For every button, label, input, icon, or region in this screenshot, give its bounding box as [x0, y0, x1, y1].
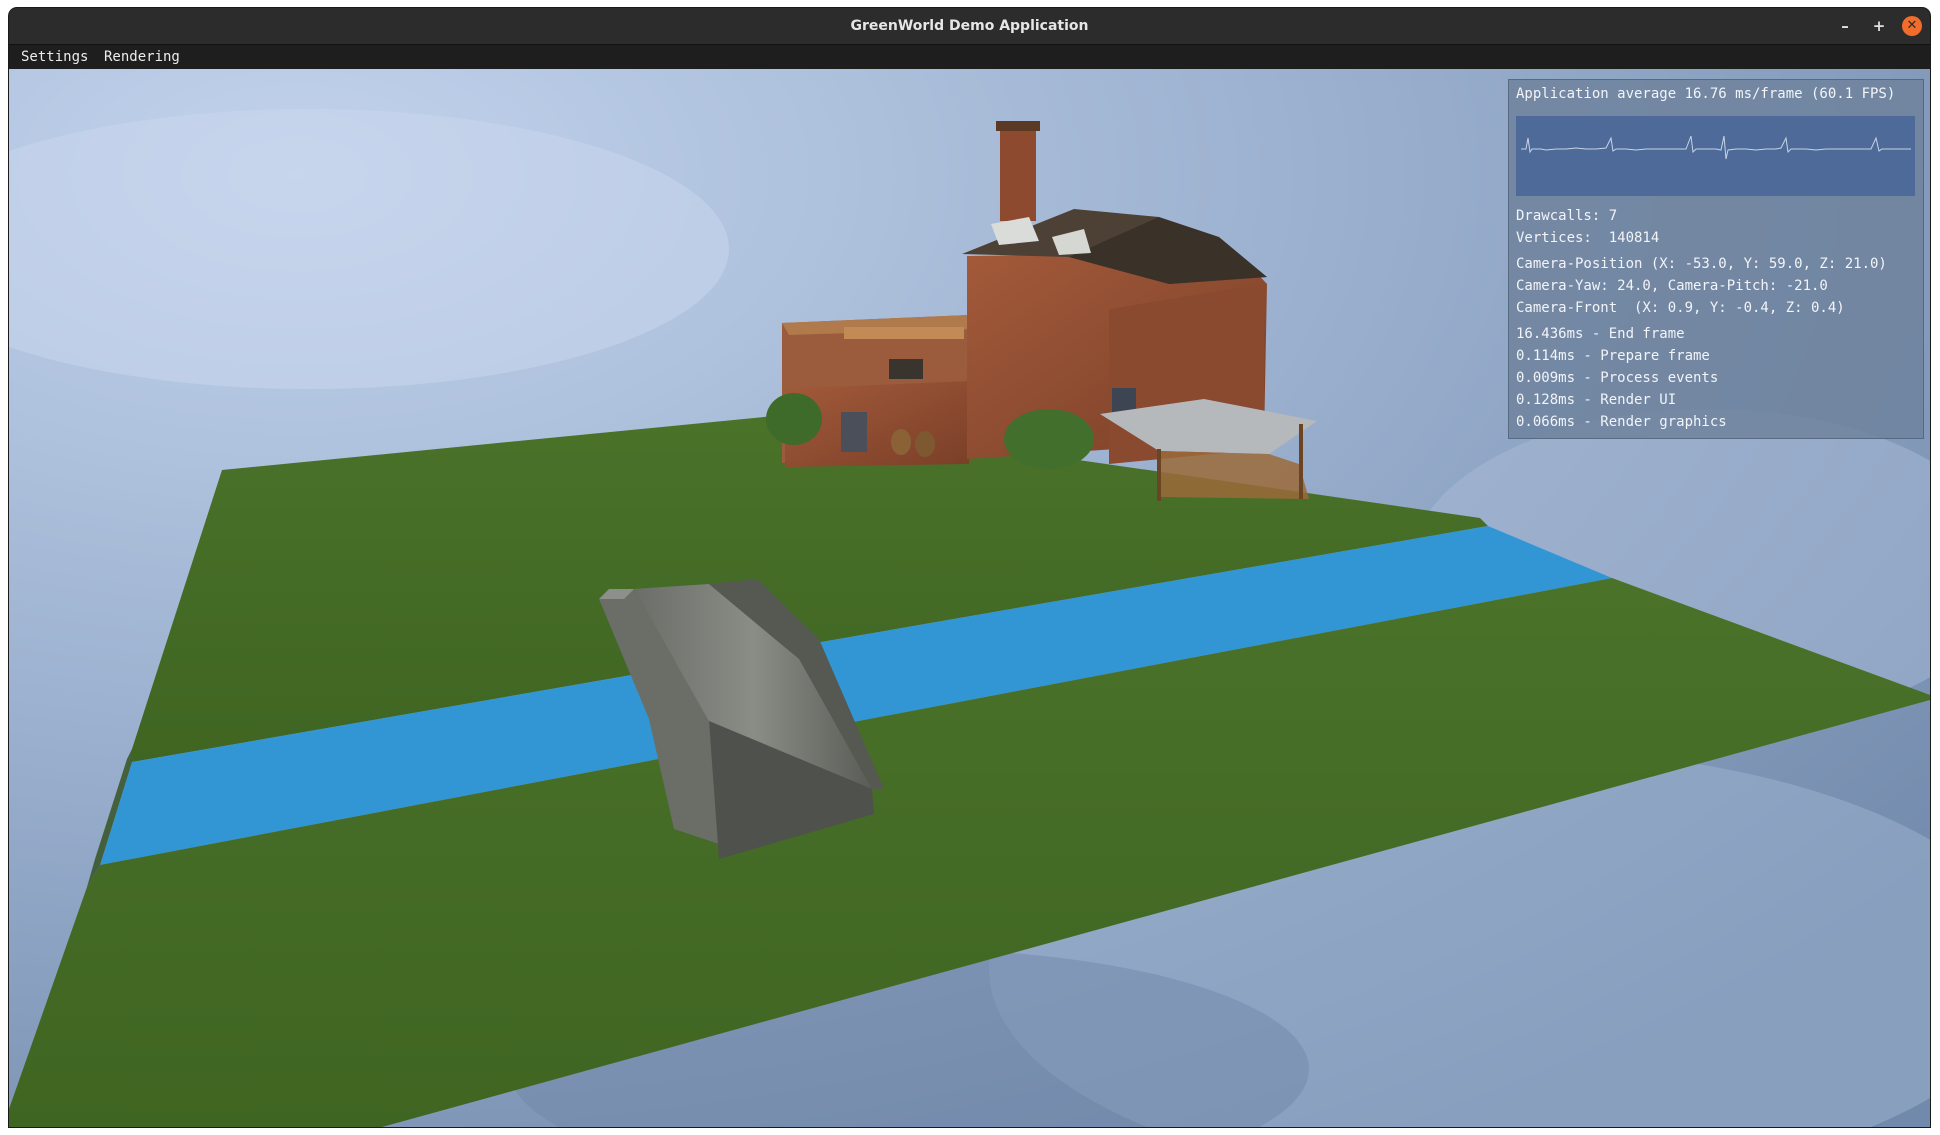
app-window: GreenWorld Demo Application – + ✕ Settin… — [9, 8, 1930, 1127]
camera-position-readout: Camera-Position (X: -53.0, Y: 59.0, Z: 2… — [1516, 256, 1887, 272]
render-viewport[interactable]: Application average 16.76 ms/frame (60.1… — [9, 69, 1930, 1127]
minimize-button[interactable]: – — [1835, 16, 1855, 36]
menu-rendering[interactable]: Rendering — [104, 45, 180, 69]
menu-settings[interactable]: Settings — [21, 45, 88, 69]
menu-bar: Settings Rendering — [9, 44, 1930, 69]
vertices-readout: Vertices: 140814 — [1516, 230, 1660, 246]
title-bar[interactable]: GreenWorld Demo Application – + ✕ — [9, 8, 1930, 44]
timing-prepare-frame: 0.114ms - Prepare frame — [1516, 348, 1710, 364]
window-title: GreenWorld Demo Application — [850, 18, 1089, 34]
frametime-graph — [1516, 116, 1915, 196]
drawcalls-readout: Drawcalls: 7 — [1516, 208, 1618, 224]
fps-readout: Application average 16.76 ms/frame (60.1… — [1516, 86, 1896, 102]
camera-front-readout: Camera-Front (X: 0.9, Y: -0.4, Z: 0.4) — [1516, 300, 1845, 316]
timing-render-ui: 0.128ms - Render UI — [1516, 392, 1677, 408]
timing-end-frame: 16.436ms - End frame — [1516, 326, 1685, 342]
stats-overlay: Application average 16.76 ms/frame (60.1… — [1508, 79, 1924, 439]
maximize-button[interactable]: + — [1869, 16, 1889, 36]
camera-yaw-pitch-readout: Camera-Yaw: 24.0, Camera-Pitch: -21.0 — [1516, 278, 1828, 294]
frametime-sparkline — [1521, 135, 1911, 160]
timing-render-graphics: 0.066ms - Render graphics — [1516, 414, 1727, 430]
timing-process-events: 0.009ms - Process events — [1516, 370, 1719, 386]
close-button[interactable]: ✕ — [1902, 16, 1922, 36]
